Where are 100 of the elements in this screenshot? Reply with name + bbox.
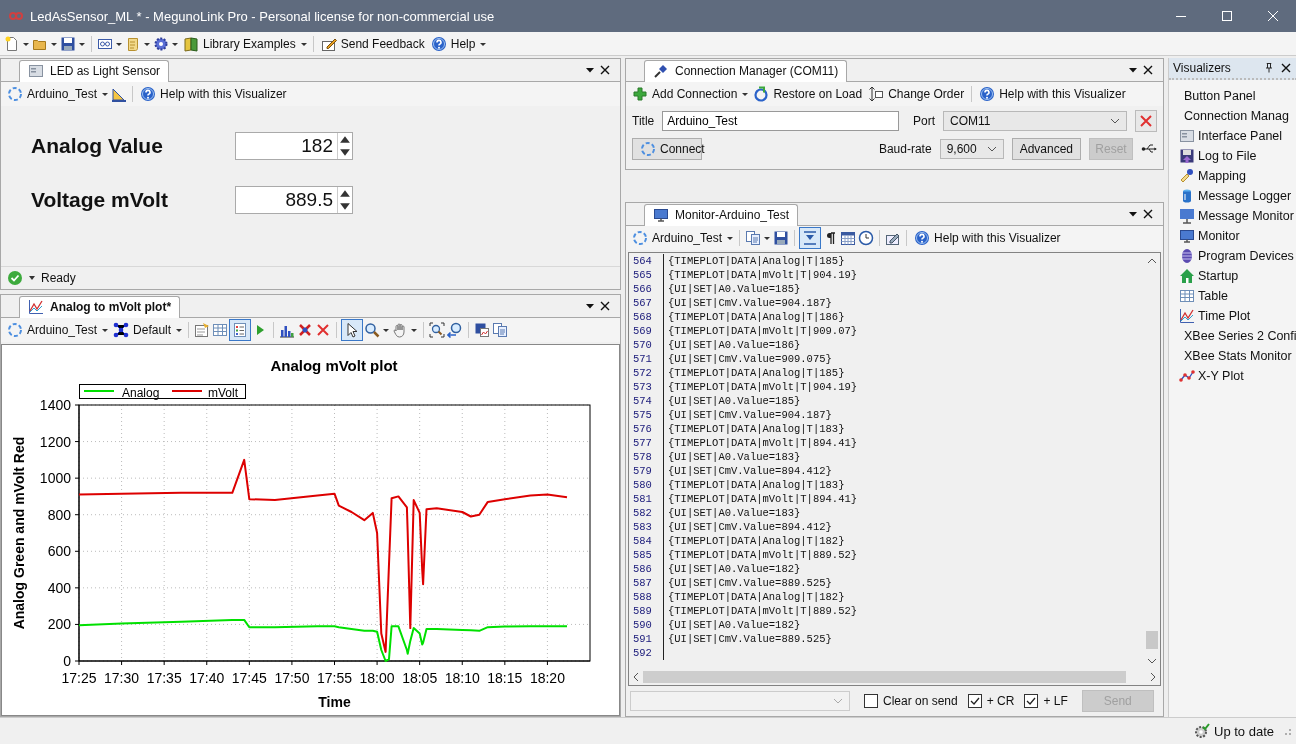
remove-button[interactable] [1135, 110, 1157, 132]
zoom-icon[interactable] [364, 322, 381, 338]
zoom-back-icon[interactable] [447, 322, 464, 338]
settings-icon[interactable] [153, 35, 169, 52]
visualizer-item[interactable]: Connection Manag [1169, 106, 1296, 126]
pin-icon [1179, 168, 1195, 184]
scroll-thumb[interactable] [1146, 631, 1158, 649]
help-button[interactable]: Help with this Visualizer [977, 84, 1128, 104]
scroll-left-icon[interactable] [633, 672, 639, 682]
caret-icon[interactable] [763, 234, 772, 242]
dropdown-icon[interactable] [586, 66, 594, 74]
caret-icon[interactable] [28, 274, 36, 282]
zoom-fit-icon[interactable] [429, 322, 446, 338]
chevron-icon[interactable] [986, 146, 997, 152]
visualizer-item[interactable]: Monitor [1169, 226, 1296, 246]
title-field[interactable]: Arduino_Test [662, 111, 899, 131]
number-spinner[interactable]: 182 [235, 132, 353, 160]
caret-icon[interactable] [726, 234, 735, 242]
status-text: Up to date [1214, 723, 1274, 739]
close-icon[interactable] [600, 65, 610, 75]
cross-icon[interactable] [297, 322, 314, 338]
checkbox[interactable] [967, 694, 982, 708]
visualizer-item[interactable]: XBee Stats Monitor [1169, 346, 1296, 366]
visualizer-item[interactable]: Table [1169, 286, 1296, 306]
panel-tab[interactable]: Monitor-Arduino_Test [644, 204, 799, 226]
table-icon[interactable] [212, 322, 229, 338]
plug-icon [653, 63, 669, 79]
panel-tab[interactable]: Connection Manager (COM11) [644, 60, 848, 82]
monitor-icon [653, 207, 669, 223]
add-connection-button[interactable]: Add Connection [630, 84, 740, 104]
advanced-button[interactable]: Advanced [1011, 138, 1081, 160]
visualizer-item[interactable]: Time Plot [1169, 306, 1296, 326]
check-circle-icon [7, 270, 23, 286]
baud-rate-dropdown[interactable]: 9,600 [939, 139, 1004, 159]
axis-tick-label: 17:25 [61, 670, 97, 686]
scroll-up-icon[interactable] [1147, 258, 1157, 264]
visualizer-item[interactable]: Mapping [1169, 166, 1296, 186]
panel-tab[interactable]: Analog to mVolt plot* [19, 296, 181, 318]
scroll-right-icon[interactable] [1150, 672, 1156, 682]
dropdown-icon[interactable] [586, 302, 594, 310]
send-text-field[interactable] [630, 691, 850, 711]
calendar-icon[interactable] [840, 230, 857, 246]
caret-icon[interactable] [101, 326, 110, 334]
pointer-icon[interactable] [342, 320, 363, 340]
port-dropdown[interactable]: COM11 [942, 111, 1127, 131]
resize-grip-icon[interactable] [1282, 726, 1292, 736]
visualizer-item[interactable]: Button Panel [1169, 86, 1296, 106]
connection-dropdown[interactable]: Arduino_Test [5, 320, 100, 340]
caret-icon[interactable] [741, 90, 750, 98]
log-line: {TIMEPLOT|DATA|Analog|T|183} [668, 422, 845, 436]
clock-icon[interactable] [858, 230, 875, 246]
caret-icon[interactable] [410, 326, 419, 334]
scroll-to-end-icon[interactable] [800, 228, 821, 248]
dropdown-icon[interactable] [1129, 66, 1137, 74]
dropdown-icon[interactable] [1129, 210, 1137, 218]
connection-dropdown[interactable]: Arduino_Test [630, 228, 725, 248]
copy-icon[interactable] [492, 322, 509, 338]
checkbox[interactable] [864, 694, 878, 708]
visualizer-item[interactable]: Startup [1169, 266, 1296, 286]
close-icon[interactable] [1143, 65, 1153, 75]
visualizer-item[interactable]: Message Logger [1169, 186, 1296, 206]
scroll-thumb[interactable] [643, 671, 1126, 683]
chevron-icon[interactable] [1110, 118, 1120, 124]
visualizer-item[interactable]: Message Monitor [1169, 206, 1296, 226]
help-button[interactable]: Help with this Visualizer [912, 228, 1063, 248]
visualizer-item[interactable]: X-Y Plot [1169, 366, 1296, 386]
legend-icon[interactable] [230, 320, 251, 340]
ruler-icon[interactable] [111, 86, 128, 102]
close-icon[interactable] [600, 301, 610, 311]
number-spinner[interactable]: 889.5 [235, 186, 353, 214]
cross-icon[interactable] [315, 322, 332, 338]
visualizer-item[interactable]: XBee Series 2 Confi [1169, 326, 1296, 346]
library-examples-button[interactable]: Library Examples [181, 33, 298, 54]
save-image-icon[interactable] [474, 322, 491, 338]
caret-icon[interactable] [382, 326, 391, 334]
send-feedback-button[interactable]: Send Feedback [318, 33, 427, 54]
save-icon[interactable] [773, 230, 790, 246]
style-dropdown[interactable]: Default [111, 320, 174, 340]
panel-tab[interactable]: LED as Light Sensor [19, 60, 170, 82]
visualizer-item[interactable]: Program Devices [1169, 246, 1296, 266]
change-order-button[interactable]: Change Order [866, 84, 967, 104]
control-label: Voltage mVolt [31, 188, 169, 212]
help-button[interactable]: Help [428, 33, 478, 54]
connection-dropdown[interactable]: Arduino_Test [5, 84, 100, 104]
scroll-down-icon[interactable] [1147, 658, 1157, 664]
line-number: 578 [629, 450, 664, 464]
new-document-icon[interactable] [4, 35, 20, 52]
checkbox[interactable] [1024, 694, 1039, 708]
copy-icon[interactable] [745, 230, 762, 246]
caret-icon[interactable] [101, 90, 110, 98]
restore-on-load-button[interactable]: Restore on Load [751, 84, 865, 104]
log-line: {UI|SET|A0.Value=185} [668, 282, 801, 296]
caret-icon[interactable] [175, 326, 184, 334]
close-icon[interactable] [1280, 63, 1291, 73]
save-icon[interactable] [60, 35, 76, 52]
close-icon[interactable] [1143, 209, 1153, 219]
visualizer-item[interactable]: Log to File [1169, 146, 1296, 166]
visualizer-item[interactable]: Interface Panel [1169, 126, 1296, 146]
help-button[interactable]: Help with this Visualizer [138, 84, 289, 104]
properties-icon[interactable] [194, 322, 211, 338]
